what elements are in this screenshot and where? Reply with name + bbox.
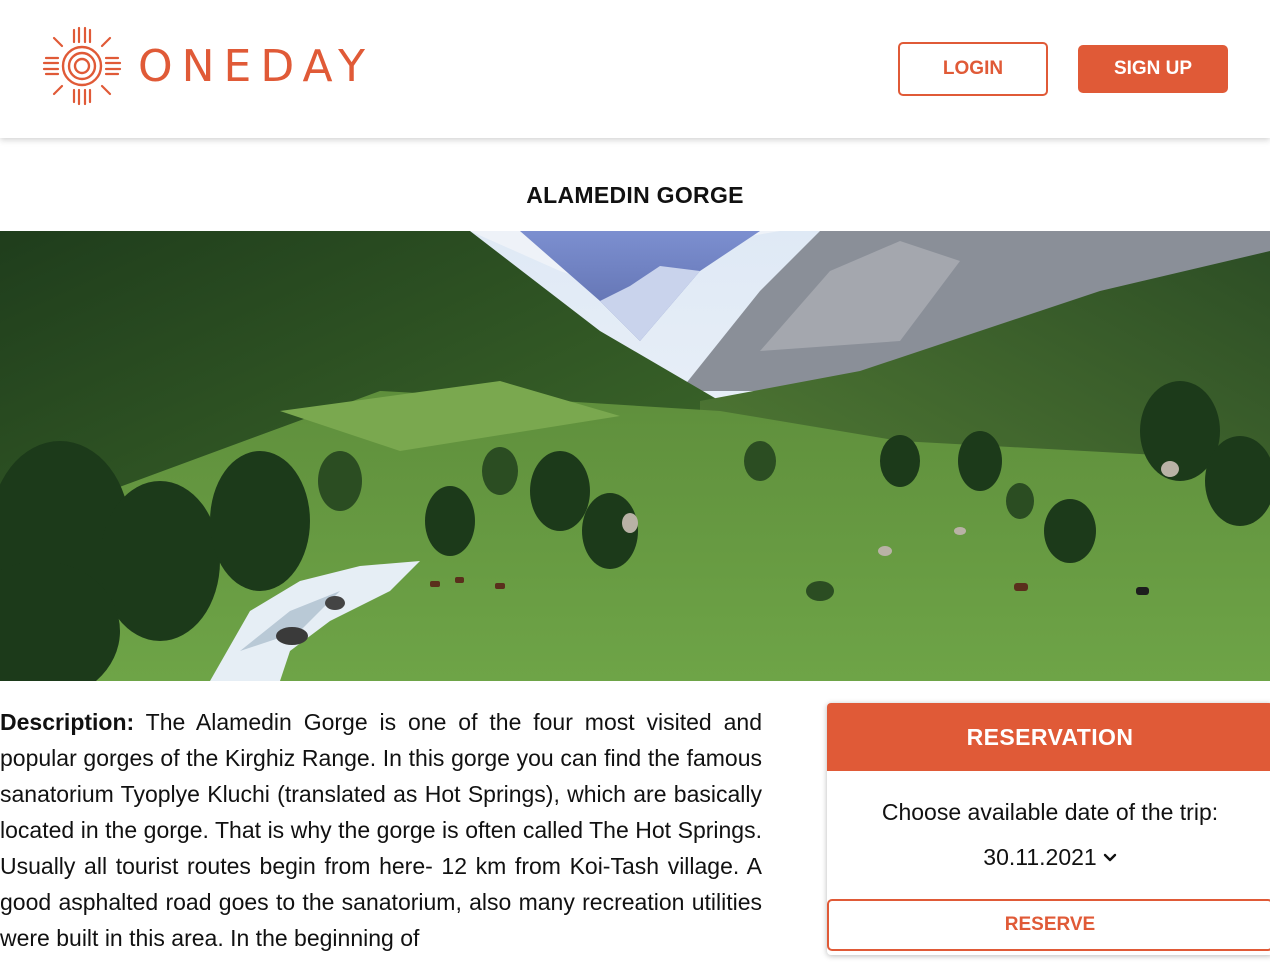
- chevron-down-icon: [1103, 853, 1116, 861]
- brand-name: ONEDAY: [138, 40, 375, 92]
- top-navbar: ONEDAY LOGIN SIGN UP: [0, 0, 1270, 138]
- description-text: The Alamedin Gorge is one of the four mo…: [0, 709, 762, 951]
- page-title: ALAMEDIN GORGE: [526, 182, 744, 208]
- date-select[interactable]: 30.11.2021: [827, 844, 1270, 871]
- gorge-landscape-photo: [0, 231, 1270, 681]
- signup-button[interactable]: SIGN UP: [1078, 45, 1228, 93]
- sun-logo-icon: [42, 26, 122, 106]
- reservation-title: RESERVATION: [827, 703, 1270, 771]
- description-label: Description:: [0, 709, 135, 735]
- reserve-button[interactable]: RESERVE: [827, 899, 1270, 951]
- brand-logo[interactable]: ONEDAY: [42, 26, 374, 106]
- reservation-card: RESERVATION Choose available date of the…: [827, 703, 1270, 955]
- date-prompt: Choose available date of the trip:: [881, 799, 1219, 825]
- selected-date: 30.11.2021: [983, 844, 1097, 870]
- login-button[interactable]: LOGIN: [898, 42, 1048, 96]
- tour-description: Description: The Alamedin Gorge is one o…: [0, 704, 762, 956]
